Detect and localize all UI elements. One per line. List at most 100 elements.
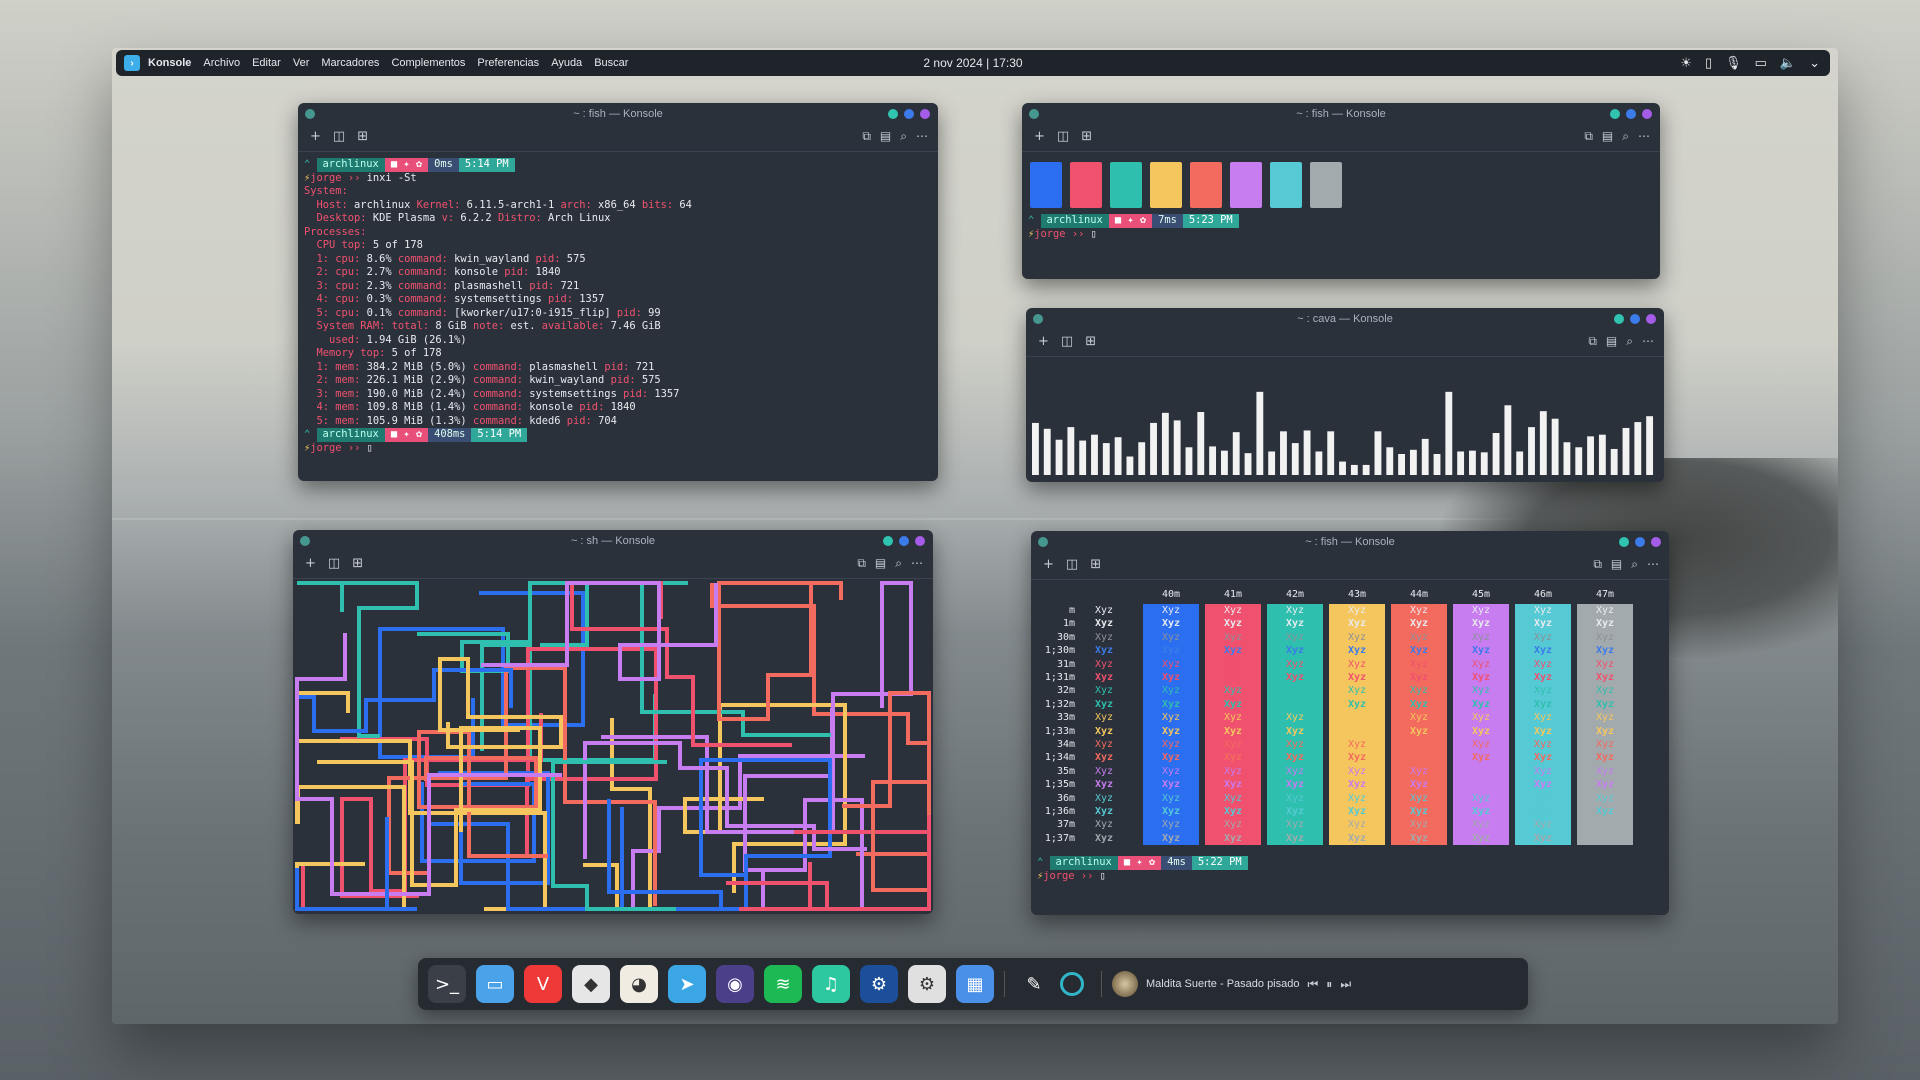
new-tab-icon[interactable]: +	[1043, 557, 1054, 572]
gimp-icon[interactable]: ◕	[620, 965, 658, 1003]
menu-ayuda[interactable]: Ayuda	[551, 57, 582, 69]
search-icon[interactable]: ⌕	[900, 129, 907, 144]
menu-preferencias[interactable]: Preferencias	[477, 57, 539, 69]
music-icon[interactable]: ♫	[812, 965, 850, 1003]
menu-marcadores[interactable]: Marcadores	[321, 57, 379, 69]
titlebar[interactable]: ~ : cava — Konsole	[1026, 308, 1664, 330]
panel-clock[interactable]: 2 nov 2024 | 17:30	[923, 56, 1022, 70]
maximize-button[interactable]	[899, 536, 909, 546]
chevron-down-icon[interactable]: ⌄	[1809, 55, 1820, 71]
menu-icon[interactable]: ⋯	[1642, 334, 1654, 349]
display-icon[interactable]: ▭	[1755, 55, 1767, 71]
new-tab-icon[interactable]: +	[310, 129, 321, 144]
menu-icon[interactable]: ⋯	[911, 556, 923, 571]
settings-icon[interactable]: ⚙	[908, 965, 946, 1003]
menu-ver[interactable]: Ver	[293, 57, 310, 69]
maximize-button[interactable]	[1626, 109, 1636, 119]
terminal-output[interactable]: ⌃ archlinux ■ ✦ ✿ 7ms 5:23 PM ⚡jorge ›› ▯	[1022, 214, 1660, 247]
close-button[interactable]	[1651, 537, 1661, 547]
inkscape-icon[interactable]: ◆	[572, 965, 610, 1003]
minimize-button[interactable]	[1619, 537, 1629, 547]
minimize-button[interactable]	[1614, 314, 1624, 324]
paste-icon[interactable]: ▤	[875, 556, 886, 571]
paste-icon[interactable]: ▤	[1602, 129, 1613, 144]
brightness-icon[interactable]: ☀	[1680, 55, 1692, 71]
tor-browser-icon[interactable]: ◉	[716, 965, 754, 1003]
new-tab-icon[interactable]: +	[305, 556, 316, 571]
screen-recorder-icon[interactable]	[1053, 965, 1091, 1003]
titlebar[interactable]: ~ : fish — Konsole	[1031, 531, 1669, 553]
color-picker-icon[interactable]: ✎	[1015, 965, 1053, 1003]
split-view-icon[interactable]: ◫	[1066, 557, 1078, 572]
volume-icon[interactable]: 🔈	[1780, 55, 1796, 71]
paste-icon[interactable]: ▤	[1606, 334, 1617, 349]
pause-icon[interactable]: ⏸	[1326, 977, 1332, 992]
close-button[interactable]	[1642, 109, 1652, 119]
konsole-window-pipes[interactable]: ~ : sh — Konsole + ◫ ⊞ ⧉ ▤ ⌕ ⋯	[293, 530, 933, 914]
konsole-window-colortable[interactable]: ~ : fish — Konsole + ◫ ⊞ ⧉ ▤ ⌕ ⋯ 40m 41m 42m 43m…	[1031, 531, 1669, 915]
minimize-button[interactable]	[1610, 109, 1620, 119]
split-view-icon[interactable]: ◫	[333, 129, 345, 144]
layout-icon[interactable]: ⊞	[357, 129, 368, 144]
discover-icon[interactable]: ▦	[956, 965, 994, 1003]
menu-editar[interactable]: Editar	[252, 57, 281, 69]
media-player[interactable]: Maldita Suerte - Pasado pisado ⏮ ⏸ ⏭	[1112, 971, 1351, 997]
layout-icon[interactable]: ⊞	[1090, 557, 1101, 572]
close-button[interactable]	[920, 109, 930, 119]
terminal-output[interactable]: ⌃ archlinux ■ ✦ ✿ 4ms 5:22 PM ⚡jorge ›› ▯	[1031, 852, 1669, 889]
close-button[interactable]	[915, 536, 925, 546]
menu-buscar[interactable]: Buscar	[594, 57, 628, 69]
menu-complementos[interactable]: Complementos	[391, 57, 465, 69]
close-button[interactable]	[1646, 314, 1656, 324]
app-name[interactable]: Konsole	[148, 57, 191, 69]
konsole-app-icon[interactable]: ›	[124, 55, 140, 71]
terminal-output[interactable]: ⌃ archlinux ■ ✦ ✿ 0ms 5:14 PM ⚡jorge ›› inxi…	[298, 152, 938, 461]
next-icon[interactable]: ⏭	[1340, 977, 1351, 992]
copy-icon[interactable]: ⧉	[1584, 129, 1593, 144]
steam-icon[interactable]: ⚙	[860, 965, 898, 1003]
maximize-button[interactable]	[904, 109, 914, 119]
split-view-icon[interactable]: ◫	[1057, 129, 1069, 144]
search-icon[interactable]: ⌕	[895, 556, 902, 571]
copy-icon[interactable]: ⧉	[1593, 557, 1602, 572]
microphone-icon[interactable]: 🎙	[1725, 55, 1742, 71]
clipboard-icon[interactable]: ▯	[1705, 55, 1712, 71]
konsole-window-inxi[interactable]: ~ : fish — Konsole + ◫ ⊞ ⧉ ▤ ⌕ ⋯ ⌃ archlinux ■…	[298, 103, 938, 481]
titlebar[interactable]: ~ : sh — Konsole	[293, 530, 933, 552]
color-sample: Xyz	[1223, 832, 1243, 844]
vivaldi-icon[interactable]: V	[524, 965, 562, 1003]
copy-icon[interactable]: ⧉	[1588, 334, 1597, 349]
paste-icon[interactable]: ▤	[880, 129, 891, 144]
menu-icon[interactable]: ⋯	[1647, 557, 1659, 572]
paste-icon[interactable]: ▤	[1611, 557, 1622, 572]
konsole-icon[interactable]: >_	[428, 965, 466, 1003]
split-view-icon[interactable]: ◫	[328, 556, 340, 571]
files-icon[interactable]: ▭	[476, 965, 514, 1003]
menu-icon[interactable]: ⋯	[1638, 129, 1650, 144]
copy-icon[interactable]: ⧉	[857, 556, 866, 571]
search-icon[interactable]: ⌕	[1631, 557, 1638, 572]
spotify-icon[interactable]: ≋	[764, 965, 802, 1003]
layout-icon[interactable]: ⊞	[1081, 129, 1092, 144]
layout-icon[interactable]: ⊞	[1085, 334, 1096, 349]
minimize-button[interactable]	[888, 109, 898, 119]
menu-icon[interactable]: ⋯	[916, 129, 928, 144]
search-icon[interactable]: ⌕	[1626, 334, 1633, 349]
konsole-window-colors[interactable]: ~ : fish — Konsole + ◫ ⊞ ⧉ ▤ ⌕ ⋯ ⌃ archlinux ■…	[1022, 103, 1660, 279]
split-view-icon[interactable]: ◫	[1061, 334, 1073, 349]
new-tab-icon[interactable]: +	[1034, 129, 1045, 144]
titlebar[interactable]: ~ : fish — Konsole	[1022, 103, 1660, 125]
telegram-icon[interactable]: ➤	[668, 965, 706, 1003]
titlebar[interactable]: ~ : fish — Konsole	[298, 103, 938, 125]
copy-icon[interactable]: ⧉	[862, 129, 871, 144]
new-tab-icon[interactable]: +	[1038, 334, 1049, 349]
dock-separator	[1101, 971, 1102, 997]
maximize-button[interactable]	[1630, 314, 1640, 324]
konsole-window-cava[interactable]: ~ : cava — Konsole + ◫ ⊞ ⧉ ▤ ⌕ ⋯	[1026, 308, 1664, 482]
menu-archivo[interactable]: Archivo	[203, 57, 240, 69]
search-icon[interactable]: ⌕	[1622, 129, 1629, 144]
layout-icon[interactable]: ⊞	[352, 556, 363, 571]
minimize-button[interactable]	[883, 536, 893, 546]
maximize-button[interactable]	[1635, 537, 1645, 547]
previous-icon[interactable]: ⏮	[1307, 977, 1318, 992]
